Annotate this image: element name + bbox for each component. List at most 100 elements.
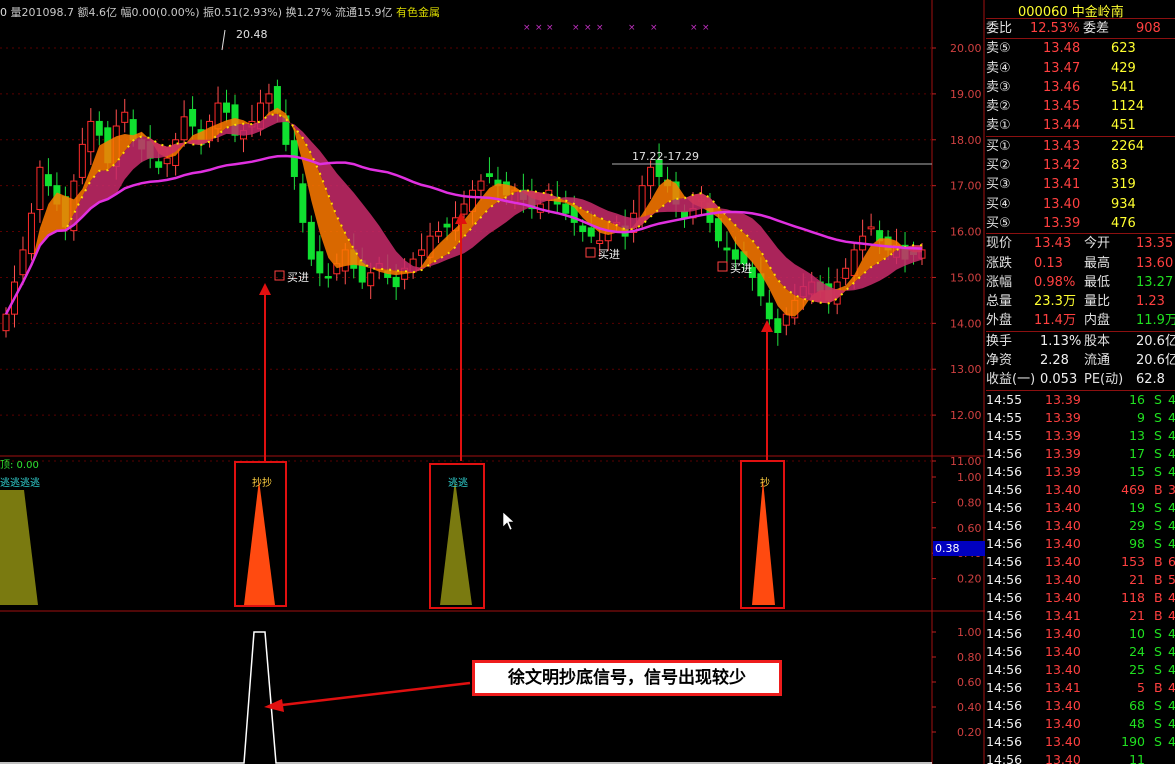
tick-side: S (1154, 427, 1162, 443)
ask-row: 卖③ 13.46 541 (986, 78, 1175, 97)
candle-body (290, 140, 298, 177)
tick-row: 14:56 13.40 11 (986, 751, 1175, 764)
stat-row: 涨幅 0.98% 最低 13.27 (986, 273, 1175, 292)
tick-side: S (1154, 517, 1162, 533)
stat-value: 23.3万 (1034, 294, 1076, 310)
kline-chart-area[interactable]: 20.00 19.00 18.00 17.00 16.00 15.00 14.00 13.00… (0, 0, 985, 764)
tick-price: 13.40 (1045, 517, 1081, 533)
candle-body (223, 102, 231, 113)
price-axis-label: 20.00 (950, 42, 982, 55)
tick-price: 13.39 (1045, 463, 1081, 479)
ask-volume: 429 (1111, 60, 1136, 76)
weibi-row: 委比 12.53% 委差 908 (986, 19, 1175, 40)
tick-price: 13.41 (1045, 607, 1081, 623)
tick-count: 4 (1168, 445, 1175, 461)
ask-volume: 623 (1111, 41, 1136, 57)
tick-side: B (1154, 553, 1163, 569)
tick-volume: 469 (1121, 481, 1145, 497)
ask-row: 卖⑤ 13.48 623 (986, 39, 1175, 58)
stat2-label: 流通 (1084, 353, 1111, 369)
sub2-signal-line (0, 631, 932, 764)
tick-count: 31 (1168, 481, 1175, 497)
stat-row: 现价 13.43 今开 13.35 (986, 234, 1175, 253)
candle-body (443, 223, 451, 228)
bid-row: 买⑤ 13.39 476 (986, 214, 1175, 233)
tick-side: B (1154, 571, 1163, 587)
stock-title: 000060 中金岭南 (986, 0, 1175, 20)
tick-time: 14:56 (986, 481, 1023, 497)
annotation-callout: 徐文明抄底信号，信号出现较少 (472, 660, 782, 696)
tick-price: 13.40 (1045, 733, 1081, 749)
bid-price: 13.40 (1043, 196, 1081, 212)
candle-body (782, 313, 790, 326)
tick-count: 4 (1168, 715, 1175, 731)
tick-list[interactable]: 14:55 13.39 16 S 4 14:55 13.39 9 S 4 14:55 13.39 13 S… (986, 391, 1175, 764)
bid-label: 买① (986, 138, 1011, 154)
tick-price: 13.39 (1045, 409, 1081, 425)
stat-value: 1.23 (1136, 294, 1165, 310)
ask-price: 13.46 (1043, 79, 1081, 95)
stat-label: 内盘 (1084, 313, 1111, 329)
stat2-label: 净资 (986, 353, 1013, 369)
bid-row: 买④ 13.40 934 (986, 195, 1175, 214)
stat-value: 11.9万 (1136, 313, 1175, 329)
tick-volume: 16 (1129, 391, 1145, 407)
amplitude-label: 振 (203, 6, 215, 19)
tick-row: 14:55 13.39 9 S 4 (986, 409, 1175, 427)
tick-price: 13.40 (1045, 535, 1081, 551)
candle-body (316, 251, 324, 274)
tick-volume: 48 (1129, 715, 1145, 731)
tick-side: S (1154, 445, 1162, 461)
ask-label: 卖② (986, 99, 1011, 115)
stat2-row: 收益(一) 0.053 PE(动) 62.8 (986, 370, 1175, 389)
tick-side: S (1154, 643, 1162, 659)
stat-label: 量比 (1084, 294, 1111, 310)
top-marker: × (572, 23, 580, 33)
tick-count: 4 (1168, 625, 1175, 641)
top-marker: × (523, 23, 531, 33)
price-axis-label: 11.00 (950, 455, 982, 468)
tick-count: 4 (1168, 661, 1175, 677)
weibi-value: 12.53% (1030, 21, 1080, 36)
tick-count: 4 (1168, 607, 1175, 623)
ask-volume: 451 (1111, 118, 1136, 134)
tick-row: 14:56 13.39 15 S 4 (986, 463, 1175, 481)
tick-price: 13.40 (1045, 481, 1081, 497)
range-annotation: 17.22-17.29 (632, 150, 699, 163)
candle-body (44, 174, 52, 187)
kline-svg: 20.00 19.00 18.00 17.00 16.00 15.00 14.00 13.00… (0, 0, 985, 764)
tick-count: 5 (1168, 571, 1175, 587)
range-value: 0.00(0.00%) (131, 6, 200, 19)
stat-label: 涨跌 (986, 255, 1013, 271)
price-axis-label: 15.00 (950, 271, 982, 284)
tick-volume: 29 (1129, 517, 1145, 533)
candle-body (392, 276, 400, 288)
buy-marker-box (585, 247, 596, 258)
tick-price: 13.40 (1045, 643, 1081, 659)
candle-body (731, 249, 739, 260)
price-axis-label: 17.00 (950, 180, 982, 193)
high-price-label: 20.48 (236, 28, 268, 41)
tick-time: 14:56 (986, 517, 1023, 533)
candle-body (324, 276, 332, 279)
tick-side: S (1154, 463, 1162, 479)
tick-time: 14:56 (986, 697, 1023, 713)
sub1-axis-label: 0.60 (957, 522, 982, 535)
sub1-axis-label: 1.00 (957, 471, 982, 484)
candle-body (78, 143, 86, 178)
tick-time: 14:56 (986, 445, 1023, 461)
candle-body (579, 225, 587, 233)
bid-row: 买③ 13.41 319 (986, 175, 1175, 194)
buy-marker-box (717, 261, 728, 272)
candle-body (435, 231, 443, 237)
tick-side: S (1154, 391, 1162, 407)
tick-volume: 19 (1129, 499, 1145, 515)
bid-price: 13.41 (1043, 177, 1081, 193)
candle-body (87, 120, 95, 153)
top-marker: × (650, 23, 658, 33)
price-axis-label: 13.00 (950, 363, 982, 376)
stat2-value: 20.6亿 (1136, 333, 1175, 349)
stat-label: 今开 (1084, 236, 1111, 252)
ask-volume: 1124 (1111, 99, 1145, 115)
tick-count: 4 (1168, 409, 1175, 425)
